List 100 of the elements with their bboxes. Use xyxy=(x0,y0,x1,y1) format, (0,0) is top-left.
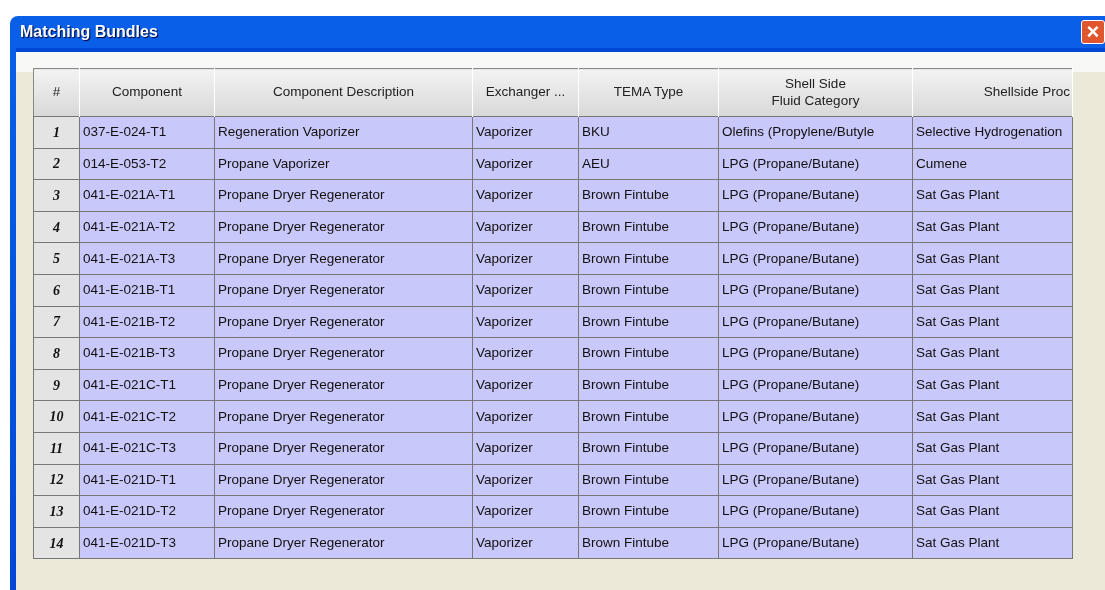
row-number: 1 xyxy=(33,116,80,149)
column-header[interactable]: Shell Side Fluid Category xyxy=(718,68,913,117)
table-cell: Propane Dryer Regenerator xyxy=(214,274,473,307)
row-number: 2 xyxy=(33,148,80,180)
table-cell: BKU xyxy=(578,116,719,149)
row-number: 9 xyxy=(33,369,80,401)
table-cell: Vaporizer xyxy=(472,337,579,370)
table-cell: 041-E-021A-T2 xyxy=(79,211,215,243)
table-cell: Vaporizer xyxy=(472,306,579,338)
table-cell: Propane Dryer Regenerator xyxy=(214,400,473,433)
table-cell: Sat Gas Plant xyxy=(912,242,1073,275)
table-cell: Regeneration Vaporizer xyxy=(214,116,473,149)
table-cell: Vaporizer xyxy=(472,116,579,149)
table-cell: Vaporizer xyxy=(472,211,579,243)
close-button[interactable]: × xyxy=(1081,20,1105,44)
table-cell: Sat Gas Plant xyxy=(912,464,1073,496)
table-cell: Brown Fintube xyxy=(578,306,719,338)
table-cell: 014-E-053-T2 xyxy=(79,148,215,180)
column-header[interactable]: TEMA Type xyxy=(578,68,719,117)
table-cell: Propane Dryer Regenerator xyxy=(214,337,473,370)
table-cell: 041-E-021C-T2 xyxy=(79,400,215,433)
row-number: 14 xyxy=(33,527,80,559)
table-cell: 041-E-021D-T2 xyxy=(79,495,215,528)
table-cell: LPG (Propane/Butane) xyxy=(718,369,913,401)
table-cell: Propane Vaporizer xyxy=(214,148,473,180)
table-cell: Brown Fintube xyxy=(578,179,719,212)
table-cell: LPG (Propane/Butane) xyxy=(718,148,913,180)
table-cell: Brown Fintube xyxy=(578,432,719,465)
table-cell: Sat Gas Plant xyxy=(912,369,1073,401)
table-cell: 037-E-024-T1 xyxy=(79,116,215,149)
table-cell: LPG (Propane/Butane) xyxy=(718,495,913,528)
table-cell: Brown Fintube xyxy=(578,211,719,243)
table-cell: Vaporizer xyxy=(472,242,579,275)
table-cell: Brown Fintube xyxy=(578,337,719,370)
table-cell: Vaporizer xyxy=(472,432,579,465)
table-cell: 041-E-021A-T3 xyxy=(79,242,215,275)
table-cell: 041-E-021D-T1 xyxy=(79,464,215,496)
row-number: 6 xyxy=(33,274,80,307)
table-cell: Propane Dryer Regenerator xyxy=(214,211,473,243)
table-cell: AEU xyxy=(578,148,719,180)
table-cell: Vaporizer xyxy=(472,274,579,307)
table-cell: LPG (Propane/Butane) xyxy=(718,432,913,465)
table-cell: Brown Fintube xyxy=(578,369,719,401)
table-cell: Olefins (Propylene/Butyle xyxy=(718,116,913,149)
table-cell: LPG (Propane/Butane) xyxy=(718,242,913,275)
table-cell: Sat Gas Plant xyxy=(912,274,1073,307)
table-cell: Cumene xyxy=(912,148,1073,180)
table-cell: Propane Dryer Regenerator xyxy=(214,369,473,401)
table-cell: 041-E-021A-T1 xyxy=(79,179,215,212)
table-cell: LPG (Propane/Butane) xyxy=(718,337,913,370)
row-number: 4 xyxy=(33,211,80,243)
window-title: Matching Bundles xyxy=(20,22,158,42)
column-header[interactable]: Shellside Proc xyxy=(912,68,1073,117)
table-cell: Brown Fintube xyxy=(578,527,719,559)
table-cell: Sat Gas Plant xyxy=(912,179,1073,212)
table-cell: Vaporizer xyxy=(472,464,579,496)
table-cell: Propane Dryer Regenerator xyxy=(214,432,473,465)
table-cell: LPG (Propane/Butane) xyxy=(718,211,913,243)
column-header[interactable]: Component Description xyxy=(214,68,473,117)
table-cell: 041-E-021D-T3 xyxy=(79,527,215,559)
table-cell: LPG (Propane/Butane) xyxy=(718,274,913,307)
table-cell: Propane Dryer Regenerator xyxy=(214,527,473,559)
table-cell: Sat Gas Plant xyxy=(912,495,1073,528)
table-cell: 041-E-021B-T3 xyxy=(79,337,215,370)
table-cell: 041-E-021B-T1 xyxy=(79,274,215,307)
row-number: 13 xyxy=(33,495,80,528)
row-number: 12 xyxy=(33,464,80,496)
table-cell: Brown Fintube xyxy=(578,274,719,307)
table-cell: Vaporizer xyxy=(472,369,579,401)
table-cell: Sat Gas Plant xyxy=(912,432,1073,465)
table-cell: LPG (Propane/Butane) xyxy=(718,179,913,212)
table-cell: LPG (Propane/Butane) xyxy=(718,464,913,496)
table-cell: Vaporizer xyxy=(472,400,579,433)
table-cell: Brown Fintube xyxy=(578,495,719,528)
table-cell: 041-E-021C-T3 xyxy=(79,432,215,465)
table-cell: Sat Gas Plant xyxy=(912,527,1073,559)
column-header[interactable]: Component xyxy=(79,68,215,117)
table-cell: Sat Gas Plant xyxy=(912,211,1073,243)
row-number: 5 xyxy=(33,242,80,275)
table-cell: 041-E-021B-T2 xyxy=(79,306,215,338)
row-number: 10 xyxy=(33,400,80,433)
table-cell: Propane Dryer Regenerator xyxy=(214,179,473,212)
table-cell: Propane Dryer Regenerator xyxy=(214,242,473,275)
table-cell: LPG (Propane/Butane) xyxy=(718,527,913,559)
table-cell: Vaporizer xyxy=(472,179,579,212)
column-header[interactable]: # xyxy=(33,68,80,117)
table-cell: Sat Gas Plant xyxy=(912,337,1073,370)
table-cell: LPG (Propane/Butane) xyxy=(718,306,913,338)
table-cell: Propane Dryer Regenerator xyxy=(214,306,473,338)
row-number: 7 xyxy=(33,306,80,338)
table-cell: Brown Fintube xyxy=(578,464,719,496)
table-cell: Brown Fintube xyxy=(578,400,719,433)
column-header[interactable]: Exchanger ... xyxy=(472,68,579,117)
table-cell: Vaporizer xyxy=(472,148,579,180)
table-cell: Vaporizer xyxy=(472,495,579,528)
row-number: 8 xyxy=(33,337,80,370)
table-cell: Selective Hydrogenation xyxy=(912,116,1073,149)
table-cell: Propane Dryer Regenerator xyxy=(214,464,473,496)
table-cell: Propane Dryer Regenerator xyxy=(214,495,473,528)
row-number: 11 xyxy=(33,432,80,465)
